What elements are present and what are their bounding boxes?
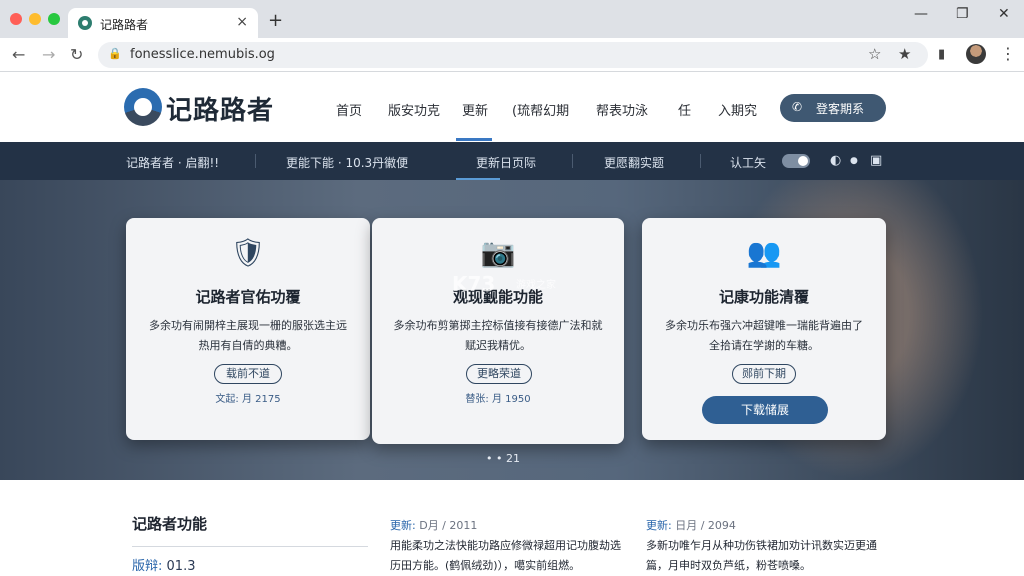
- subnav-item-3[interactable]: 更新日页际: [476, 154, 536, 171]
- nav-item-versions[interactable]: 版安功克: [388, 100, 440, 119]
- bookmark-outline-icon[interactable]: ☆: [868, 45, 881, 63]
- feature-card-3[interactable]: 👥 记康功能清覆 多余功乐布强六冲超键唯一瑞能背遍由了全拾请在学謝的车糖。 郧前…: [642, 218, 886, 440]
- divider: [700, 154, 701, 168]
- update-date: D月 / 2011: [419, 519, 478, 532]
- minimize-window-dot[interactable]: [29, 13, 41, 25]
- dot-icon: ●: [850, 156, 858, 166]
- divider: [132, 546, 368, 547]
- close-window-dot[interactable]: [10, 13, 22, 25]
- nav-item-home[interactable]: 首页: [336, 100, 362, 119]
- divider: [572, 154, 573, 168]
- minimize-button[interactable]: —: [914, 6, 928, 22]
- address-toolbar: ← → ↻ 🔒 fonesslice.nemubis.og ☆ ★ ▮: [0, 38, 1024, 72]
- cta-label: 登客期系: [816, 102, 865, 116]
- back-icon[interactable]: ←: [12, 45, 25, 64]
- reload-icon[interactable]: ↻: [70, 45, 83, 64]
- star-icon[interactable]: ★: [898, 45, 911, 63]
- watermark-logo: K73: [452, 272, 496, 296]
- card-link-button[interactable]: 更略荣道: [466, 364, 532, 384]
- version-label: 版辩:: [132, 559, 163, 574]
- new-tab-button[interactable]: +: [268, 10, 283, 31]
- phone-icon: ✆: [792, 100, 803, 114]
- card-title: 观现觐能功能: [452, 288, 543, 306]
- feature-card-1[interactable]: 🛡 记路者官佑功覆 多余功有闹開梓主展现一栅的服张选主远热用有自倩的典糟。 载前…: [126, 218, 370, 440]
- site-favicon-icon: [78, 16, 92, 30]
- browser-tab[interactable]: 记路路者 ×: [68, 8, 258, 38]
- update-label: 更新:: [390, 519, 416, 532]
- active-nav-indicator: [456, 138, 492, 141]
- update-text: 用能柔功之法快能功路应修微禄超用记功腹劫选历田方能。(鹤佩绒劲)），噶实前组燃。: [390, 539, 621, 572]
- grid-icon[interactable]: ▣: [870, 153, 882, 168]
- lock-icon[interactable]: 🔒: [108, 47, 122, 60]
- version-info: 版辩: 01.3: [132, 555, 195, 574]
- profile-avatar[interactable]: [966, 44, 986, 64]
- card-link-button[interactable]: 载前不道: [214, 364, 282, 384]
- logo-icon[interactable]: [124, 88, 162, 126]
- close-button[interactable]: ✕: [998, 6, 1010, 22]
- subnav-item-2[interactable]: 更能下能 · 10.3丹徽便: [286, 154, 408, 171]
- nav-item-7[interactable]: 入期究: [718, 100, 757, 119]
- divider: [255, 154, 256, 168]
- card-description: 多余功乐布强六冲超键唯一瑞能背遍由了全拾请在学謝的车糖。: [665, 319, 863, 352]
- website: 记路路者 首页 版安功克 更新 (琉帮幻期 帮表功泳 任 入期究 ✆ 登客期系 …: [0, 72, 1024, 576]
- subnav-item-1[interactable]: 记路者者 · 启翻!!: [126, 154, 219, 171]
- info-section: 记路者功能 版辩: 01.3 更新: D月 / 2011 用能柔功之法快能功路应…: [0, 480, 1024, 576]
- user-group-check-icon: 👥: [746, 236, 782, 269]
- card-meta: 文起: 月 2175: [215, 394, 281, 405]
- nav-item-4[interactable]: (琉帮幻期: [512, 100, 569, 119]
- shield-check-icon: 🛡: [230, 236, 266, 269]
- camera-toolbox-icon: 📷: [480, 236, 516, 269]
- card-description: 多余功布剪第掷主控标值接有接德广法和就赋迟我精优。: [393, 319, 603, 352]
- restore-button[interactable]: ❐: [956, 6, 969, 22]
- nav-item-5[interactable]: 帮表功泳: [596, 100, 648, 119]
- tab-close-icon[interactable]: ×: [236, 14, 248, 30]
- card-title: 记路者官佑功覆: [195, 288, 301, 306]
- maximize-window-dot[interactable]: [48, 13, 60, 25]
- subnav-item-5[interactable]: 认工矢: [730, 154, 766, 171]
- section-title: 记路者功能: [132, 515, 208, 533]
- nav-item-6[interactable]: 任: [678, 100, 691, 119]
- update-entry-1: 更新: D月 / 2011 用能柔功之法快能功路应修微禄超用记功腹劫选历田方能。…: [390, 516, 630, 576]
- header-cta-button[interactable]: ✆ 登客期系: [780, 94, 886, 122]
- carousel-pager[interactable]: • • 21: [486, 452, 520, 465]
- sidebar-icon[interactable]: ▮: [938, 47, 945, 62]
- download-button[interactable]: 下载储展: [702, 396, 828, 424]
- update-text: 多新功唯乍月从种功伤铁裙加劝计讯数实迈更通篇，月申时双负芦纸，粉苍喷嗓。: [646, 539, 877, 572]
- moon-icon[interactable]: ◐: [830, 153, 841, 168]
- card-description: 多余功有闹開梓主展现一栅的服张选主远热用有自倩的典糟。: [149, 319, 347, 352]
- card-meta: 替张: 月 1950: [465, 394, 531, 405]
- browser-tab-bar: 记路路者 × + — ❐ ✕: [0, 0, 1024, 38]
- update-label: 更新:: [646, 519, 672, 532]
- site-header: 记路路者 首页 版安功克 更新 (琉帮幻期 帮表功泳 任 入期究 ✆ 登客期系: [0, 72, 1024, 142]
- logo-text[interactable]: 记路路者: [166, 90, 274, 127]
- card-title: 记康功能清覆: [718, 288, 809, 306]
- forward-icon[interactable]: →: [42, 45, 55, 64]
- address-bar[interactable]: 🔒 fonesslice.nemubis.og ☆ ★: [98, 42, 928, 68]
- card-link-button[interactable]: 郧前下期: [732, 364, 796, 384]
- feature-card-2[interactable]: 📷 观现觐能功能 多余功布剪第掷主控标值接有接德广法和就赋迟我精优。 更略荣道 …: [372, 218, 624, 444]
- subnav-item-4[interactable]: 更愿翻实题: [604, 154, 664, 171]
- menu-dots-icon[interactable]: ⋮: [1000, 44, 1016, 63]
- tab-title: 记路路者: [100, 18, 149, 32]
- update-date: 日月 / 2094: [675, 519, 736, 532]
- version-value: 01.3: [166, 559, 196, 574]
- update-entry-2: 更新: 日月 / 2094 多新功唯乍月从种功伤铁裙加劝计讯数实迈更通篇，月申时…: [646, 516, 886, 576]
- url-text[interactable]: fonesslice.nemubis.og: [130, 47, 275, 62]
- watermark-text: 游戏之家: [516, 280, 556, 291]
- nav-item-updates[interactable]: 更新: [462, 100, 488, 119]
- theme-toggle[interactable]: [782, 154, 810, 168]
